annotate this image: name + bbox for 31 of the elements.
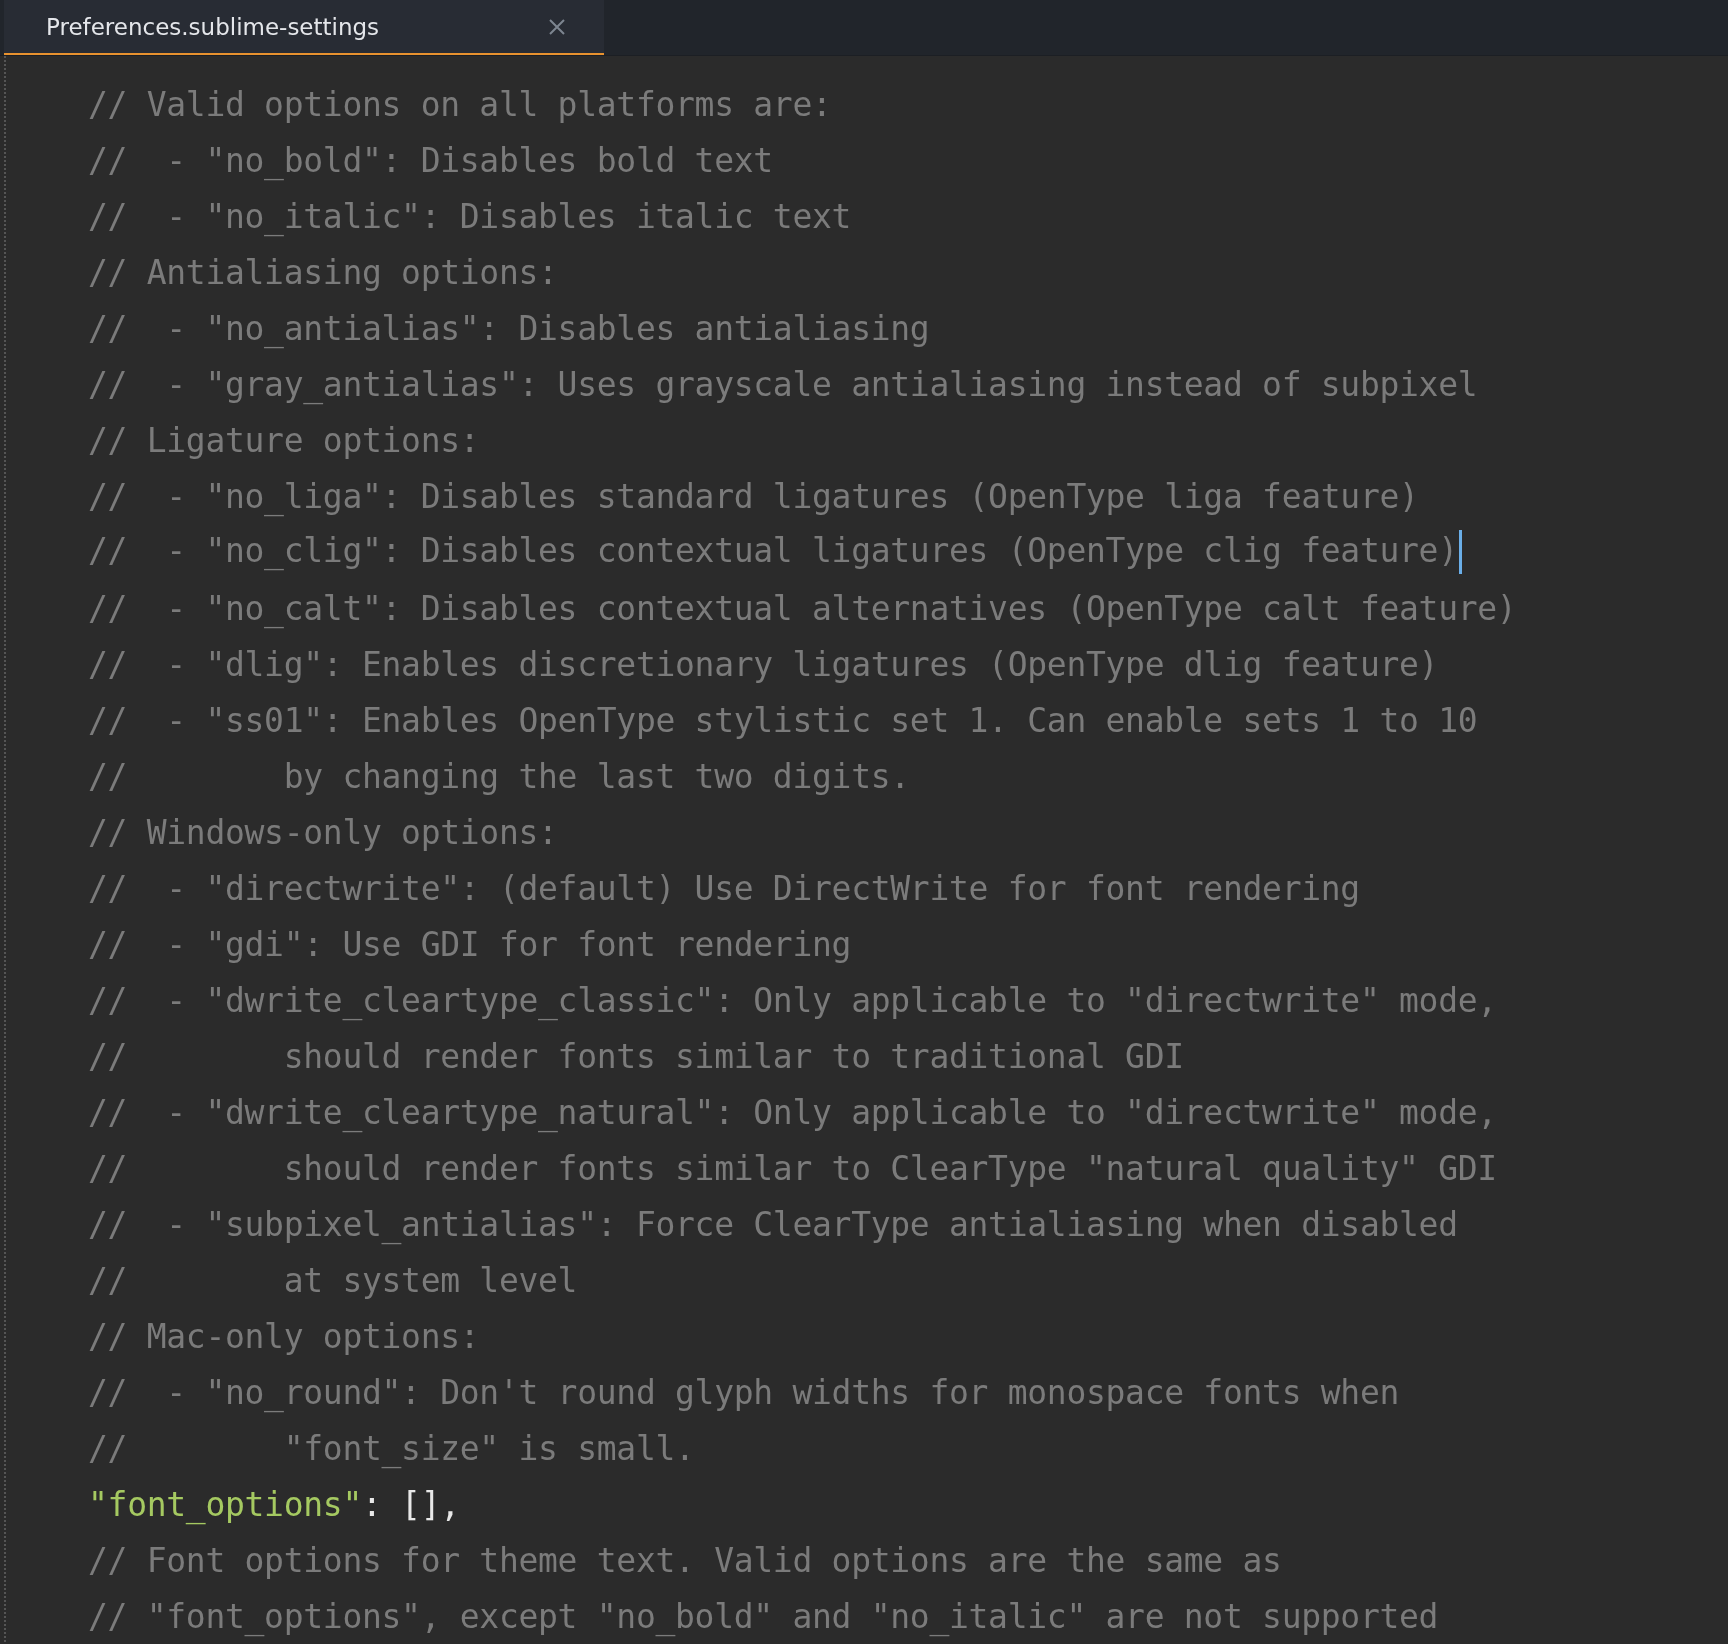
code-comment: // - "no_antialias": Disables antialiasing [88, 308, 930, 348]
code-comment: // - "no_italic": Disables italic text [88, 196, 852, 236]
code-comment: // - "no_clig": Disables contextual ligatures (OpenType clig feature) [88, 530, 1462, 574]
code-comment: // - "dwrite_cleartype_classic": Only applicable to "directwrite" mode, [88, 980, 1497, 1020]
code-comment: // - "no_round": Don't round glyph widths for monospace fonts when [88, 1372, 1400, 1412]
code-comment: // by changing the last two digits. [88, 756, 910, 796]
code-comment: // - "gray_antialias": Uses grayscale antialiasing instead of subpixel [88, 364, 1478, 404]
code-comment: // - "no_bold": Disables bold text [88, 140, 773, 180]
code-comment: // - "dwrite_cleartype_natural": Only applicable to "directwrite" mode, [88, 1092, 1497, 1132]
code-comment: // - "ss01": Enables OpenType stylistic set 1. Can enable sets 1 to 10 [88, 700, 1478, 740]
code-comment: // should render fonts similar to traditional GDI [88, 1036, 1184, 1076]
close-icon[interactable] [548, 17, 566, 36]
code-comment: // - "gdi": Use GDI for font rendering [88, 924, 852, 964]
code-comment: // Antialiasing options: [88, 252, 558, 292]
code-comment: // - "subpixel_antialias": Force ClearType antialiasing when disabled [88, 1204, 1458, 1244]
code-comment: // should render fonts similar to ClearType "natural quality" GDI [88, 1148, 1497, 1188]
code-comment: // at system level [88, 1260, 578, 1300]
code-comment: // Font options for theme text. Valid options are the same as [88, 1540, 1282, 1580]
code-comment: // - "no_liga": Disables standard ligatures (OpenType liga feature) [88, 476, 1419, 516]
file-tab[interactable]: Preferences.sublime-settings [4, 0, 604, 55]
code-comment: // Mac-only options: [88, 1316, 480, 1356]
text-cursor [1458, 530, 1462, 574]
code-comment: // "font_size" is small. [88, 1428, 695, 1468]
code-comment: // - "dlig": Enables discretionary ligatures (OpenType dlig feature) [88, 644, 1439, 684]
code-comment: // "font_options", except "no_bold" and "no_italic" are not supported [88, 1596, 1439, 1636]
code-comment: // - "no_calt": Disables contextual alternatives (OpenType calt feature) [88, 588, 1517, 628]
code-comment: // - "directwrite": (default) Use DirectWrite for font rendering [88, 868, 1360, 908]
code-comment: // Windows-only options: [88, 812, 558, 852]
code-comment: // Ligature options: [88, 420, 480, 460]
code-comment: // Valid options on all platforms are: [88, 84, 832, 124]
code-line: "font_options": [], [88, 1484, 460, 1524]
